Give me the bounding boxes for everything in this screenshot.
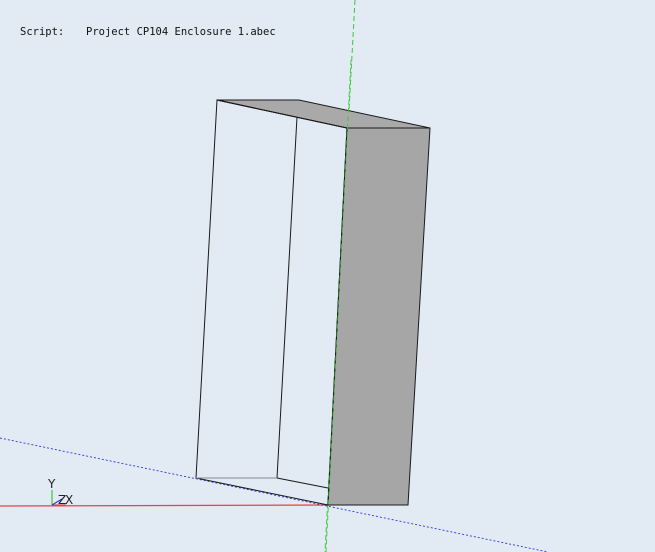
triad-y-label: Y (47, 477, 56, 491)
box-right-face (327, 127, 431, 506)
x-axis-line (0, 504, 331, 507)
box-back-edge (276, 116, 298, 479)
3d-viewport[interactable]: Script: Project CP104 Enclosure 1.abec Y… (0, 0, 655, 552)
box-bottom-diag-edge (276, 477, 329, 489)
box-top-face (216, 99, 431, 129)
box-front-face (195, 99, 348, 506)
axis-triad: Y Z X (47, 477, 73, 507)
z-axis-line (0, 437, 549, 552)
scene-canvas[interactable]: Y Z X (0, 0, 655, 552)
enclosure-box[interactable] (195, 99, 431, 506)
triad-x-label: X (65, 493, 73, 507)
